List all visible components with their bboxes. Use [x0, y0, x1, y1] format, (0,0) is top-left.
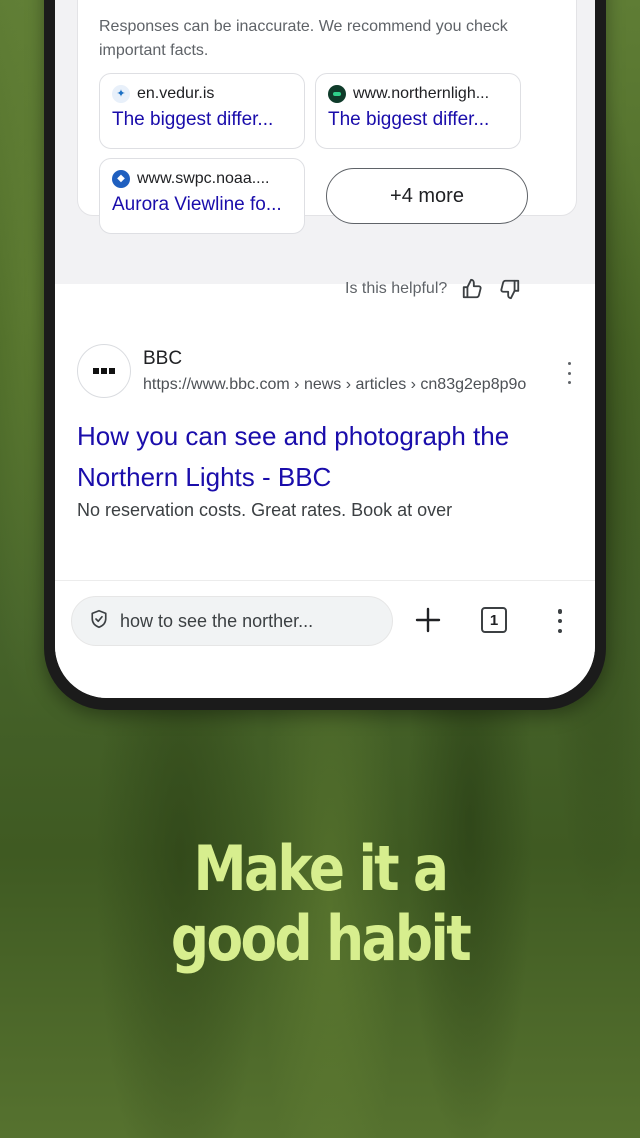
- promo-headline: Make it a good habit: [45, 834, 595, 974]
- source-domain: www.northernligh...: [353, 85, 490, 102]
- vedur-favicon-icon: ✦: [112, 85, 130, 103]
- phone-frame: Responses can be inaccurate. We recommen…: [44, 0, 606, 710]
- northern-lights-favicon-icon: [328, 85, 346, 103]
- source-chip-noaa[interactable]: ◆ www.swpc.noaa.... Aurora Viewline fo..…: [99, 158, 305, 234]
- source-chip-vedur[interactable]: ✦ en.vedur.is The biggest differ...: [99, 73, 305, 149]
- source-domain: www.swpc.noaa....: [137, 170, 270, 187]
- source-chip-northernlights[interactable]: www.northernligh... The biggest differ..…: [315, 73, 521, 149]
- thumbs-up-icon[interactable]: [459, 276, 485, 302]
- browser-menu-icon[interactable]: [553, 609, 567, 633]
- source-title: The biggest differ...: [112, 109, 274, 130]
- result-url: https://www.bbc.com › news › articles › …: [143, 376, 527, 393]
- shield-check-icon: [90, 609, 108, 634]
- result-snippet: No reservation costs. Great rates. Book …: [77, 500, 453, 520]
- source-title: The biggest differ...: [328, 109, 490, 130]
- bbc-favicon-icon: [77, 344, 131, 398]
- headline-line-2: good habit: [170, 902, 472, 975]
- source-title: Aurora Viewline fo...: [112, 194, 282, 215]
- feedback-row: Is this helpful?: [345, 276, 523, 302]
- thumbs-down-icon[interactable]: [497, 276, 523, 302]
- more-sources-button[interactable]: +4 more: [326, 168, 528, 224]
- phone-screen: Responses can be inaccurate. We recommen…: [55, 0, 595, 698]
- noaa-favicon-icon: ◆: [112, 170, 130, 188]
- omnibox-query: how to see the norther...: [120, 610, 314, 631]
- result-site-name: BBC: [143, 348, 183, 369]
- source-domain: en.vedur.is: [137, 85, 215, 102]
- helpful-prompt: Is this helpful?: [345, 280, 448, 297]
- new-tab-plus-icon[interactable]: [413, 605, 443, 635]
- headline-line-1: Make it a: [193, 832, 449, 905]
- omnibox-search-field[interactable]: how to see the norther...: [71, 596, 393, 646]
- tab-switcher-button[interactable]: 1: [481, 607, 507, 633]
- ai-disclaimer: Responses can be inaccurate. We recommen…: [99, 18, 508, 59]
- browser-bottom-bar: how to see the norther... 1: [55, 580, 595, 698]
- result-title-link[interactable]: How you can see and photograph the North…: [77, 416, 577, 498]
- result-more-options-icon[interactable]: [563, 362, 575, 384]
